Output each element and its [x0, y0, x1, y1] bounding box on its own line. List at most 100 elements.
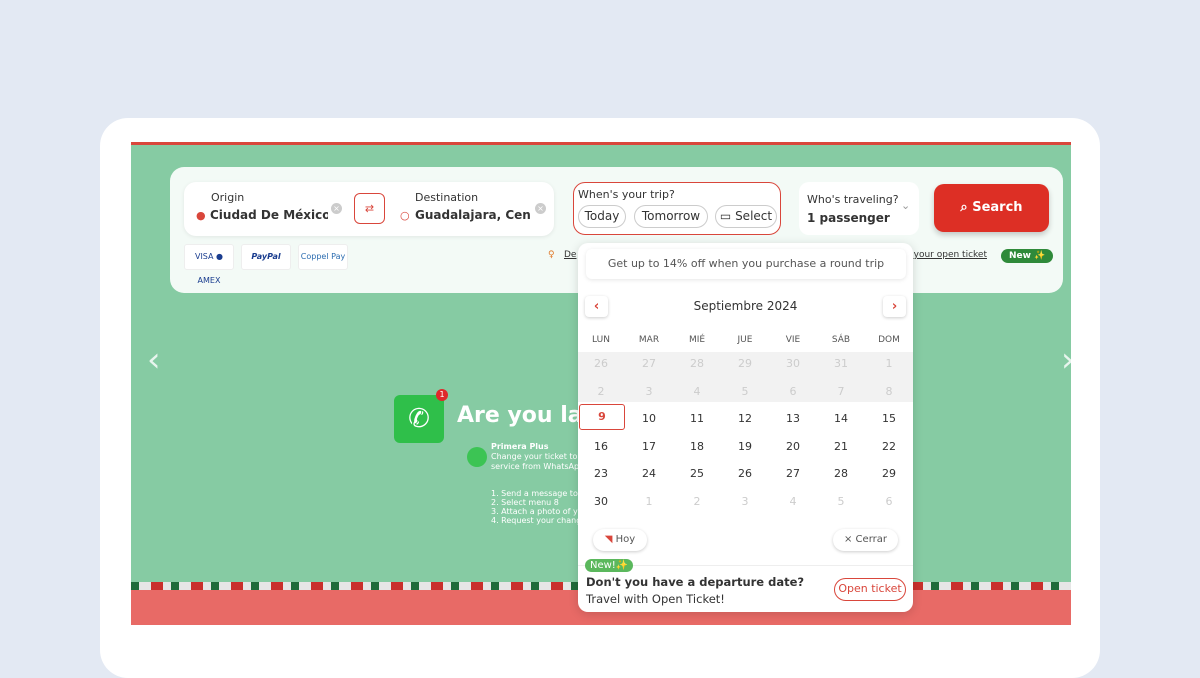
day-cell[interactable]: 26	[721, 467, 769, 480]
search-label: Search	[972, 200, 1023, 215]
day-cell[interactable]: 12	[721, 412, 769, 425]
chevron-down-icon: ⌄	[901, 199, 911, 212]
day-cell: 30	[786, 357, 800, 370]
day-cell[interactable]: 29	[865, 467, 913, 480]
day-cell[interactable]: 28	[817, 467, 865, 480]
passengers-field[interactable]: Who's traveling? 1 passenger ⌄	[799, 182, 919, 235]
day-cell: 27	[642, 357, 656, 370]
weekday-header: LUN	[592, 335, 610, 345]
day-cell: 3	[645, 384, 653, 398]
open-ticket-footer: New!✨ Don't you have a departure date? T…	[578, 559, 913, 612]
day-cell: 7	[837, 384, 845, 398]
day-cell: 2	[693, 494, 701, 508]
carousel-next-icon[interactable]: ›	[1061, 340, 1071, 380]
banner-title: Are you lat	[457, 403, 594, 428]
day-cell[interactable]: 20	[769, 440, 817, 453]
new-badge: New!✨	[585, 559, 634, 572]
round-trip-promo: Get up to 14% off when you purchase a ro…	[586, 249, 906, 279]
lightbulb-icon: ♀	[548, 250, 555, 260]
weekday-header: DOM	[878, 335, 900, 345]
coppel-pay-logo: Coppel Pay	[298, 244, 348, 270]
day-cell[interactable]: 11	[673, 412, 721, 425]
day-cell: 29	[738, 357, 752, 370]
carousel-prev-icon[interactable]: ‹	[147, 340, 161, 380]
day-cell: 4	[789, 494, 797, 508]
day-cell: 8	[885, 384, 893, 398]
select-date-button[interactable]: ▭ Select	[715, 205, 777, 228]
info-link[interactable]: De	[564, 250, 576, 260]
selected-day[interactable]: 9	[579, 404, 625, 430]
day-cell[interactable]: 15	[865, 412, 913, 425]
card-logos: VISA ● AMEX	[184, 244, 234, 285]
next-month-button[interactable]: ›	[883, 296, 906, 317]
destination-label: Destination	[415, 191, 479, 204]
day-cell: 4	[693, 384, 701, 398]
clear-origin-icon[interactable]: ×	[331, 203, 342, 214]
location-pin-icon: ●	[196, 209, 206, 222]
paypal-logo: PayPal	[241, 244, 291, 270]
close-calendar-button[interactable]: × Cerrar	[833, 529, 898, 551]
notification-badge: 1	[436, 389, 448, 401]
weekday-header: VIE	[785, 335, 801, 345]
day-cell[interactable]: 13	[769, 412, 817, 425]
weekday-header: JUE	[737, 335, 753, 345]
origin-label: Origin	[211, 191, 245, 204]
day-cell[interactable]: 27	[769, 467, 817, 480]
who-label: Who's traveling?	[807, 193, 899, 206]
day-cell[interactable]: 17	[625, 440, 673, 453]
tomorrow-button[interactable]: Tomorrow	[634, 205, 708, 228]
day-cell[interactable]: 14	[817, 412, 865, 425]
footer-subtitle: Travel with Open Ticket!	[586, 592, 725, 606]
day-cell[interactable]: 19	[721, 440, 769, 453]
date-picker: Get up to 14% off when you purchase a ro…	[578, 243, 913, 612]
destination-input[interactable]: Guadalajara, Centra	[415, 208, 531, 222]
day-cell: 2	[597, 384, 605, 398]
new-badge: New ✨	[1001, 249, 1054, 263]
banner-text: Change your ticket to	[491, 452, 578, 461]
prev-month-button[interactable]: ‹	[585, 296, 608, 317]
day-cell: 5	[837, 494, 845, 508]
day-cell: 28	[690, 357, 704, 370]
day-cell: 6	[789, 384, 797, 398]
day-cell[interactable]: 24	[625, 467, 673, 480]
open-ticket-link[interactable]: m your open ticket	[902, 250, 987, 260]
weekday-header: SÁB	[831, 335, 851, 345]
day-cell: 3	[741, 494, 749, 508]
trip-date-field: When's your trip? Today Tomorrow ▭ Selec…	[573, 182, 781, 235]
banner-text: service from WhatsAp	[491, 462, 580, 471]
day-cell: 1	[885, 357, 893, 370]
day-cell: 26	[594, 357, 608, 370]
brand: Primera Plus	[491, 442, 549, 451]
footer-title: Don't you have a departure date?	[586, 575, 805, 589]
day-cell: 1	[645, 494, 653, 508]
swap-button[interactable]: ⇄	[354, 193, 385, 224]
today-calendar-button[interactable]: ◥ Hoy	[593, 529, 647, 551]
day-cell: 31	[834, 357, 848, 370]
day-cell[interactable]: 10	[625, 412, 673, 425]
month-label: Septiembre 2024	[693, 299, 798, 313]
day-cell[interactable]: 21	[817, 440, 865, 453]
weekday-header: MAR	[638, 335, 660, 345]
when-label: When's your trip?	[578, 188, 675, 201]
step: 4. Request your chang	[491, 516, 582, 525]
open-ticket-button[interactable]: Open ticket	[834, 578, 906, 601]
day-cell: 6	[885, 494, 893, 508]
search-button[interactable]: ⌕ Search	[934, 184, 1049, 232]
day-cell[interactable]: 23	[578, 467, 625, 480]
day-cell[interactable]: 18	[673, 440, 721, 453]
today-button[interactable]: Today	[578, 205, 626, 228]
day-cell[interactable]: 22	[865, 440, 913, 453]
day-cell: 5	[741, 384, 749, 398]
location-pin-icon: ○	[400, 209, 410, 222]
whatsapp-small-icon	[467, 447, 487, 467]
day-cell[interactable]: 30	[578, 495, 625, 508]
today-label: Hoy	[615, 534, 636, 545]
weekday-header: MIÉ	[688, 335, 706, 345]
whatsapp-icon: ✆	[394, 395, 444, 443]
origin-input[interactable]: Ciudad De México, I	[210, 208, 328, 222]
marker-icon: ◥	[604, 534, 616, 545]
day-cell[interactable]: 16	[578, 440, 625, 453]
clear-destination-icon[interactable]: ×	[535, 203, 546, 214]
calendar-icon: ▭	[719, 209, 736, 223]
day-cell[interactable]: 25	[673, 467, 721, 480]
